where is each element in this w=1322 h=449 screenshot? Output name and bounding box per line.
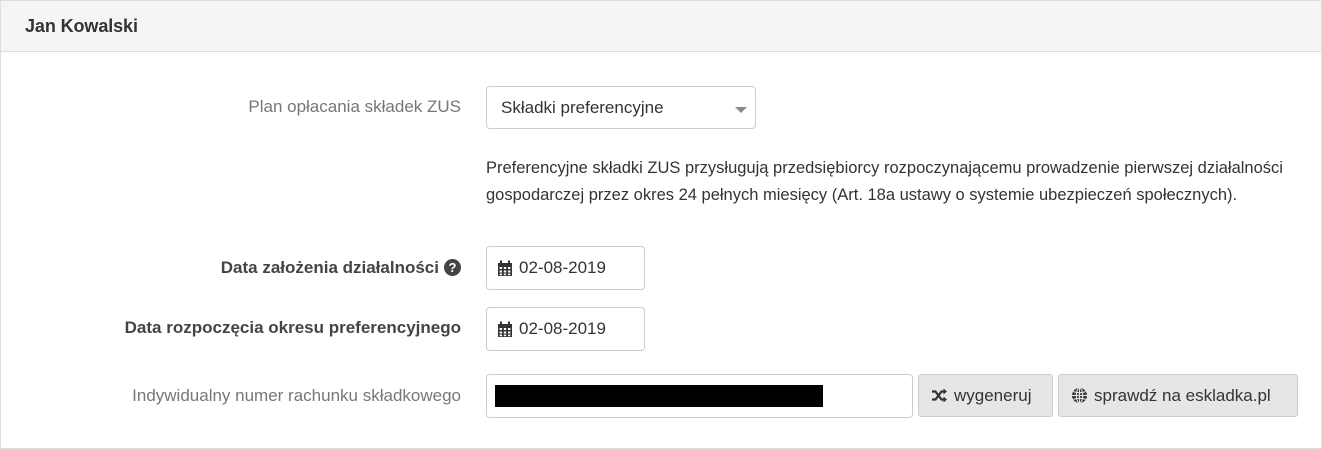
pref-start-date-value: 02-08-2019 [519,319,606,338]
founding-date-label: Data założenia działalności? [221,258,461,278]
globe-icon [1072,387,1087,404]
account-number-input[interactable] [486,374,913,418]
calendar-icon [498,260,512,276]
pref-start-date-field[interactable]: 02-08-2019 [486,307,645,351]
plan-select-value: Składki preferencyjne [501,97,664,117]
check-eskladka-button[interactable]: sprawdź na eskladka.pl [1058,374,1298,417]
panel-title: Jan Kowalski [25,15,138,36]
founding-date-label-text: Data założenia działalności [220,258,439,277]
generate-button-label: wygeneruj [954,385,1032,405]
founding-date-value: 02-08-2019 [519,258,606,277]
random-icon [932,388,947,403]
plan-select[interactable]: Składki preferencyjne [486,86,756,129]
redacted-account-number [495,385,823,407]
pref-start-date-label: Data rozpoczęcia okresu preferencyjnego [124,318,461,337]
caret-down-icon [735,107,747,113]
calendar-icon [498,321,512,337]
generate-button[interactable]: wygeneruj [918,374,1053,417]
plan-help-text: Preferencyjne składki ZUS przysługują pr… [486,159,1283,204]
user-panel: Jan Kowalski Plan opłacania składek ZUS … [0,0,1322,449]
question-circle-icon[interactable]: ? [444,259,461,276]
founding-date-field[interactable]: 02-08-2019 [486,246,645,290]
account-label: Indywidualny numer rachunku składkowego [132,386,461,405]
panel-heading: Jan Kowalski [1,0,1321,52]
check-eskladka-button-label: sprawdź na eskladka.pl [1094,385,1271,405]
plan-label: Plan opłacania składek ZUS [248,97,461,116]
